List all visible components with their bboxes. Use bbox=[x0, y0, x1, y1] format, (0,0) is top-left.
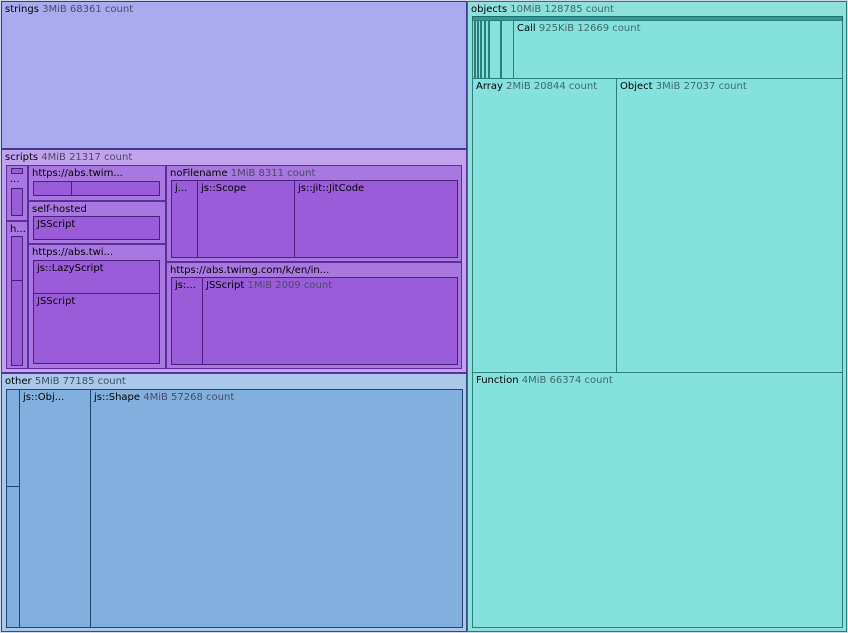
treemap-node-js-obj[interactable]: js::Obj... bbox=[19, 389, 91, 628]
treemap-node-strings[interactable]: strings 3MiB 68361 count bbox=[1, 1, 467, 149]
treemap-node-scripts[interactable]: scripts 4MiB 21317 count ... h... https:… bbox=[1, 149, 467, 373]
treemap-node-object[interactable]: Object 3MiB 27037 count bbox=[616, 78, 843, 373]
treemap-node-j[interactable]: j... bbox=[171, 180, 198, 258]
treemap-node-abs-twimg-en[interactable]: https://abs.twimg.com/k/en/in... js:... … bbox=[166, 262, 462, 369]
treemap-node-leaf[interactable] bbox=[11, 280, 23, 366]
node-label: js::LazyScript bbox=[37, 263, 104, 274]
treemap-node-js[interactable]: js:... bbox=[171, 277, 203, 365]
treemap-node-abs-twim[interactable]: https://abs.twim... bbox=[28, 165, 166, 201]
treemap-node-array[interactable]: Array 2MiB 20844 count bbox=[472, 78, 617, 373]
node-label: h... bbox=[10, 224, 26, 235]
node-label: JSScript bbox=[37, 296, 76, 307]
treemap-node-call[interactable]: Call 925KiB 12669 count bbox=[513, 20, 843, 79]
treemap-node-small[interactable]: ... bbox=[6, 165, 28, 221]
node-label: js::Scope bbox=[201, 183, 247, 194]
treemap-node-jsscript-big[interactable]: JSScript 1MiB 2009 count bbox=[202, 277, 458, 365]
node-label: Call 925KiB 12669 count bbox=[517, 23, 641, 34]
treemap-node-leaf[interactable] bbox=[6, 486, 20, 628]
node-label: JSScript 1MiB 2009 count bbox=[206, 280, 333, 291]
node-label: Object 3MiB 27037 count bbox=[620, 81, 747, 92]
treemap-node-leaf[interactable] bbox=[11, 188, 23, 216]
treemap-node-jsscript[interactable]: JSScript bbox=[33, 293, 160, 364]
node-label: ... bbox=[10, 174, 20, 185]
treemap-node-function[interactable]: Function 4MiB 66374 count bbox=[472, 372, 843, 628]
treemap-node-leaf[interactable] bbox=[6, 389, 20, 487]
node-label: objects 10MiB 128785 count bbox=[471, 4, 614, 15]
node-label: JSScript bbox=[37, 219, 76, 230]
node-label: strings 3MiB 68361 count bbox=[5, 4, 134, 15]
treemap-node-jitcode[interactable]: js::jit::JitCode bbox=[294, 180, 458, 258]
treemap-node-js-shape[interactable]: js::Shape 4MiB 57268 count bbox=[90, 389, 463, 628]
treemap-node-leaf[interactable] bbox=[71, 181, 160, 196]
treemap-node-lazy-script[interactable]: js::LazyScript bbox=[33, 260, 160, 294]
node-label: js::jit::JitCode bbox=[298, 183, 365, 194]
node-label: js::Shape 4MiB 57268 count bbox=[94, 392, 235, 403]
node-label: js:... bbox=[175, 280, 196, 291]
treemap-node-h[interactable]: h... bbox=[6, 221, 28, 369]
treemap-node-nofilename[interactable]: noFilename 1MiB 8311 count j... js::Scop… bbox=[166, 165, 462, 262]
node-label: scripts 4MiB 21317 count bbox=[5, 152, 133, 163]
treemap-node-objects[interactable]: objects 10MiB 128785 count Call 925KiB 1… bbox=[467, 1, 847, 632]
node-label: https://abs.twi... bbox=[32, 247, 114, 258]
treemap-node-abs-twi[interactable]: https://abs.twi... js::LazyScript JSScri… bbox=[28, 244, 166, 369]
node-label: js::Obj... bbox=[23, 392, 65, 403]
treemap-node-scope[interactable]: js::Scope bbox=[197, 180, 295, 258]
node-label: https://abs.twim... bbox=[32, 168, 123, 179]
treemap-node-self-hosted[interactable]: self-hosted JSScript bbox=[28, 201, 166, 244]
node-label: noFilename 1MiB 8311 count bbox=[170, 168, 316, 179]
node-label: Array 2MiB 20844 count bbox=[476, 81, 598, 92]
node-label: self-hosted bbox=[32, 204, 87, 215]
treemap-node-leaf[interactable] bbox=[11, 236, 23, 282]
node-label: https://abs.twimg.com/k/en/in... bbox=[170, 265, 330, 276]
node-label: Function 4MiB 66374 count bbox=[476, 375, 613, 386]
treemap-node-other[interactable]: other 5MiB 77185 count js::Obj... js::Sh… bbox=[1, 373, 467, 632]
treemap-node-leaf[interactable] bbox=[489, 20, 501, 79]
node-label: j... bbox=[175, 183, 188, 194]
node-label: other 5MiB 77185 count bbox=[5, 376, 126, 387]
treemap-node-jsscript[interactable]: JSScript bbox=[33, 216, 160, 240]
treemap-node-leaf[interactable] bbox=[33, 181, 72, 196]
